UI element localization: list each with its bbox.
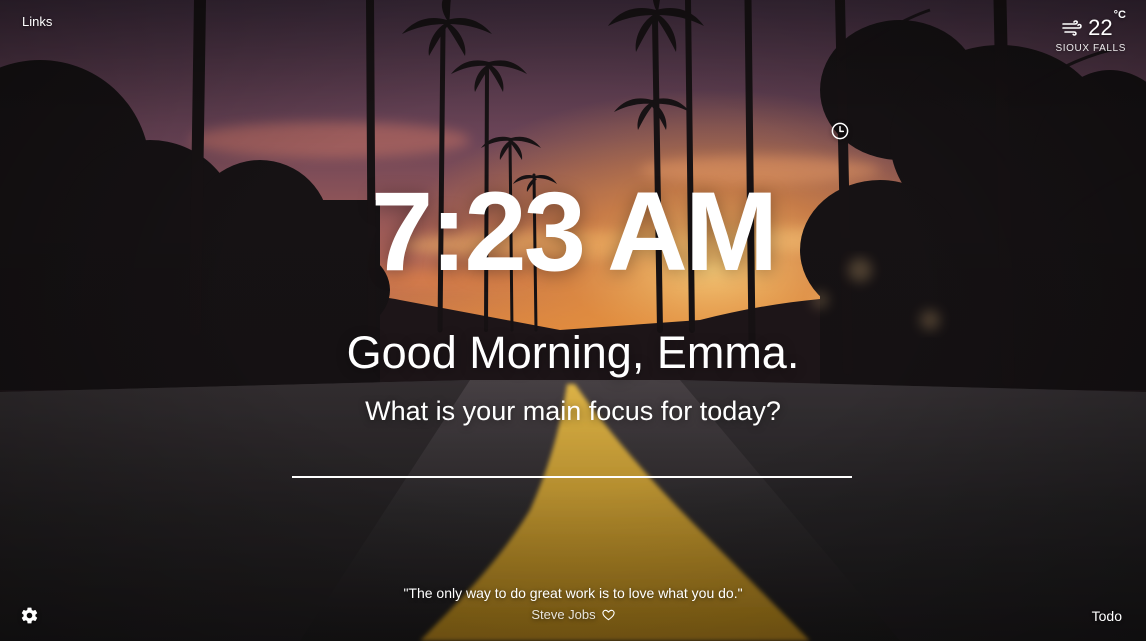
weather-location: SIOUX FALLS — [1055, 43, 1126, 54]
quote-section: "The only way to do great work is to lov… — [0, 584, 1146, 624]
weather-widget[interactable]: 22°C SIOUX FALLS — [1055, 9, 1126, 54]
weather-row: 22°C — [1055, 9, 1126, 40]
heart-outline-icon[interactable] — [602, 609, 615, 621]
clock-time[interactable]: 7:23 AM — [0, 172, 1146, 292]
greeting: Good Morning, Emma. — [346, 327, 800, 378]
quote-text: "The only way to do great work is to lov… — [403, 585, 743, 601]
wind-icon — [1062, 20, 1082, 36]
quote-author-row: Steve Jobs — [531, 607, 615, 623]
quote-author: Steve Jobs — [531, 607, 596, 622]
clock-icon[interactable] — [831, 122, 849, 140]
links-button[interactable]: Links — [22, 14, 52, 29]
todo-button[interactable]: Todo — [1092, 608, 1122, 624]
background-photo — [0, 0, 1146, 641]
momentum-dashboard: Links 22°C SIOUX FALLS 7:23 AM Good Morn… — [0, 0, 1146, 641]
temperature-value: 22 — [1088, 15, 1113, 40]
focus-input[interactable] — [292, 440, 852, 478]
focus-question: What is your main focus for today? — [365, 396, 781, 426]
temperature-unit: °C — [1113, 9, 1126, 21]
temperature: 22°C — [1088, 9, 1126, 40]
